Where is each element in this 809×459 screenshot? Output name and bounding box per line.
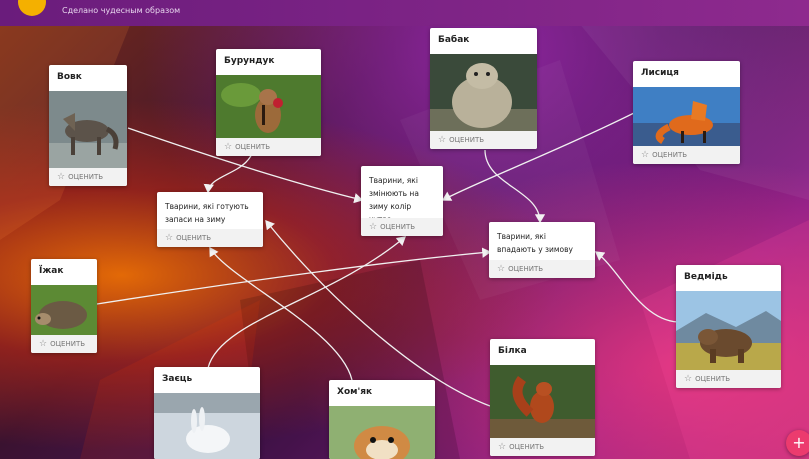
card-title: Заєць <box>162 374 193 384</box>
star-icon: ☆ <box>684 374 693 384</box>
star-icon: ☆ <box>224 142 233 152</box>
card-lysytsia[interactable]: Лисиця ☆ ОЦЕНИТЬ <box>633 61 740 164</box>
rate-button[interactable]: ☆ ОЦЕНИТЬ <box>676 370 781 388</box>
star-icon: ☆ <box>369 222 378 232</box>
wolf-photo <box>49 91 127 168</box>
card-yizhak[interactable]: Їжак ☆ ОЦЕНИТЬ <box>31 259 97 353</box>
star-icon: ☆ <box>498 442 507 452</box>
card-burunduk[interactable]: Бурундук ☆ ОЦЕНИТЬ <box>216 49 321 156</box>
card-vovk[interactable]: Вовк ☆ ОЦЕНИТЬ <box>49 65 127 186</box>
rate-button[interactable]: ☆ ОЦЕНИТЬ <box>49 168 127 186</box>
star-icon: ☆ <box>641 150 650 160</box>
rate-button[interactable]: ☆ ОЦЕНИТЬ <box>361 218 443 236</box>
star-icon: ☆ <box>39 339 48 349</box>
rate-button[interactable]: ☆ ОЦЕНИТЬ <box>430 131 537 149</box>
rate-button[interactable]: ☆ ОЦЕНИТЬ <box>157 229 263 247</box>
marmot-photo <box>430 54 537 131</box>
card-title: Вовк <box>57 72 82 82</box>
card-zaiets[interactable]: Заєць <box>154 367 260 459</box>
card-title: Бурундук <box>224 56 275 66</box>
rate-button[interactable]: ☆ ОЦЕНИТЬ <box>633 146 740 164</box>
category-zapasy[interactable]: Тварини, які готують запаси на зиму ☆ ОЦЕ… <box>157 192 263 247</box>
rate-button[interactable]: ☆ ОЦЕНИТЬ <box>489 260 595 278</box>
star-icon: ☆ <box>165 233 174 243</box>
card-title: Хом'як <box>337 387 373 397</box>
card-vedmid[interactable]: Ведмідь ☆ ОЦЕНИТЬ <box>676 265 781 388</box>
star-icon: ☆ <box>438 135 447 145</box>
card-khomiak[interactable]: Хом'як <box>329 380 435 459</box>
category-text: Тварини, які змінюють на зиму колір хутр… <box>369 176 419 224</box>
hare-photo <box>154 393 260 459</box>
add-button[interactable]: + <box>786 430 809 456</box>
bear-photo <box>676 291 781 370</box>
rate-button[interactable]: ☆ ОЦЕНИТЬ <box>31 335 97 353</box>
rate-button[interactable]: ☆ ОЦЕНИТЬ <box>216 138 321 156</box>
card-title: Білка <box>498 346 527 356</box>
category-splachka[interactable]: Тварини, які впадають у зимову сплячку ☆… <box>489 222 595 278</box>
canvas-board[interactable]: Сделано чудесным образом Вовк ☆ ОЦЕНИТЬ Б… <box>0 0 809 459</box>
star-icon: ☆ <box>497 264 506 274</box>
hedgehog-photo <box>31 285 97 335</box>
fox-photo <box>633 87 740 146</box>
chipmunk-photo <box>216 75 321 138</box>
top-bar: Сделано чудесным образом <box>0 0 809 26</box>
card-title: Їжак <box>39 266 64 276</box>
card-title: Бабак <box>438 35 470 45</box>
card-babak[interactable]: Бабак ☆ ОЦЕНИТЬ <box>430 28 537 149</box>
category-khutro[interactable]: Тварини, які змінюють на зиму колір хутр… <box>361 166 443 236</box>
squirrel-photo <box>490 365 595 438</box>
logo-icon <box>18 0 46 16</box>
hamster-photo <box>329 406 435 459</box>
star-icon: ☆ <box>57 172 66 182</box>
card-title: Лисиця <box>641 68 679 78</box>
card-title: Ведмідь <box>684 272 728 282</box>
card-bilka[interactable]: Білка ☆ ОЦЕНИТЬ <box>490 339 595 456</box>
rate-button[interactable]: ☆ ОЦЕНИТЬ <box>490 438 595 456</box>
category-text: Тварини, які готують запаси на зиму <box>165 202 249 224</box>
board-subtitle: Сделано чудесным образом <box>62 6 181 15</box>
